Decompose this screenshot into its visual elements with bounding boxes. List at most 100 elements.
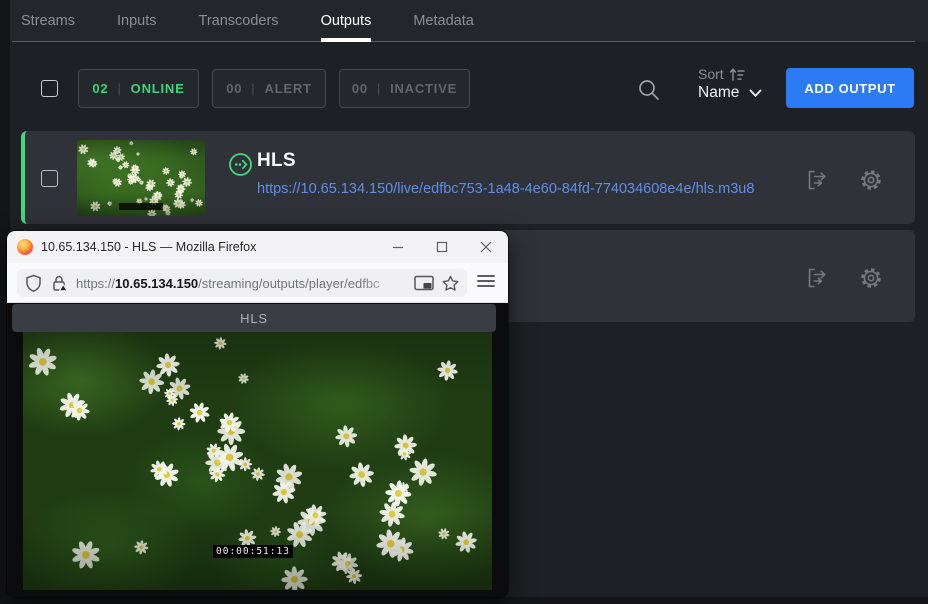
daisy-flower xyxy=(238,457,252,471)
daisy-flower xyxy=(173,197,185,209)
video-player[interactable]: 00:00:51:13 xyxy=(23,332,492,590)
filter-alert-button[interactable]: 00 | ALERT xyxy=(212,69,326,108)
inactive-label: INACTIVE xyxy=(390,81,457,96)
daisy-flower xyxy=(128,171,141,184)
burned-in-timecode: 00:00:51:13 xyxy=(213,545,293,558)
inactive-count: 00 xyxy=(352,81,368,96)
daisy-flower xyxy=(333,549,363,579)
thumbnail-timecode xyxy=(119,203,163,210)
settings-gear-icon[interactable] xyxy=(858,265,884,291)
sort-by-dropdown[interactable]: Name xyxy=(698,84,778,102)
tab-inputs[interactable]: Inputs xyxy=(117,0,157,42)
daisy-flower xyxy=(136,177,141,182)
daisy-flower xyxy=(203,441,223,461)
daisy-flower xyxy=(280,566,308,590)
daisy-flower xyxy=(135,151,140,156)
daisy-flower xyxy=(144,183,154,193)
daisy-flower xyxy=(161,166,172,177)
lock-warning-icon[interactable] xyxy=(50,274,68,292)
daisy-flower xyxy=(130,163,139,172)
tab-streams[interactable]: Streams xyxy=(21,0,75,42)
daisy-flower xyxy=(189,197,195,203)
filter-divider: | xyxy=(251,81,255,96)
daisy-flower xyxy=(85,156,98,169)
daisy-flower xyxy=(111,177,123,189)
player-page: HLS 00:00:51:13 xyxy=(7,303,508,597)
tab-transcoders[interactable]: Transcoders xyxy=(199,0,279,42)
daisy-flower xyxy=(175,199,187,211)
top-nav: Streams Inputs Transcoders Outputs Metad… xyxy=(10,0,928,42)
filter-inactive-button[interactable]: 00 | INACTIVE xyxy=(339,69,470,108)
close-button[interactable] xyxy=(464,231,508,263)
outputs-page: Streams Inputs Transcoders Outputs Metad… xyxy=(0,0,928,604)
add-output-button[interactable]: ADD OUTPUT xyxy=(786,68,914,108)
daisy-flower xyxy=(131,537,152,558)
daisy-flower xyxy=(155,352,182,379)
menu-hamburger-icon[interactable] xyxy=(477,274,495,288)
daisy-flower xyxy=(179,173,185,179)
firefox-toolbar: https://10.65.134.150/streaming/outputs/… xyxy=(7,263,508,303)
maximize-button[interactable] xyxy=(420,231,464,263)
daisy-flower xyxy=(88,159,99,170)
daisy-flower xyxy=(111,177,119,185)
search-icon[interactable] xyxy=(636,77,662,103)
daisy-flower xyxy=(89,200,103,214)
daisy-flower xyxy=(174,182,188,196)
output-row-hls[interactable]: HLS https://10.65.134.150/live/edfbc753-… xyxy=(21,131,915,224)
daisy-flower xyxy=(216,417,245,446)
daisy-flower xyxy=(65,396,94,425)
firefox-titlebar[interactable]: 10.65.134.150 - HLS — Mozilla Firefox xyxy=(7,231,508,263)
firefox-window[interactable]: 10.65.134.150 - HLS — Mozilla Firefox xyxy=(7,231,508,597)
sort-label: Sort xyxy=(698,66,724,82)
select-all-checkbox[interactable] xyxy=(41,80,58,97)
daisy-flower xyxy=(54,387,90,423)
url-text[interactable]: https://10.65.134.150/streaming/outputs/… xyxy=(76,276,406,291)
daisy-flower xyxy=(115,152,126,163)
firefox-logo-icon xyxy=(17,239,33,255)
chevron-down-icon xyxy=(749,89,762,98)
shield-icon[interactable] xyxy=(25,274,42,292)
filter-online-button[interactable]: 02 | ONLINE xyxy=(78,69,199,108)
daisy-flower xyxy=(67,536,106,575)
settings-gear-icon[interactable] xyxy=(858,167,884,193)
daisy-flower xyxy=(77,143,90,156)
minimize-button[interactable] xyxy=(376,231,420,263)
alert-label: ALERT xyxy=(264,81,311,96)
daisy-flower xyxy=(347,461,376,490)
daisy-flower xyxy=(374,527,407,560)
row-checkbox[interactable] xyxy=(41,170,58,187)
daisy-flower xyxy=(453,529,480,556)
export-output-icon[interactable] xyxy=(804,265,830,291)
url-bar[interactable]: https://10.65.134.150/streaming/outputs/… xyxy=(17,269,467,297)
output-thumbnail xyxy=(77,140,205,216)
daisy-flower xyxy=(380,475,418,513)
export-output-icon[interactable] xyxy=(804,167,830,193)
daisy-flower xyxy=(269,526,281,538)
daisy-flower xyxy=(433,356,462,385)
daisy-flower xyxy=(345,567,363,585)
daisy-flower xyxy=(194,198,204,208)
daisy-flower xyxy=(148,458,170,480)
daisy-flower xyxy=(125,173,138,186)
tab-outputs[interactable]: Outputs xyxy=(321,0,372,42)
daisy-flower xyxy=(163,387,176,400)
daisy-flower xyxy=(200,445,235,480)
tab-metadata[interactable]: Metadata xyxy=(413,0,473,42)
daisy-flower xyxy=(189,147,200,158)
picture-in-picture-icon[interactable] xyxy=(414,275,434,291)
filter-divider: | xyxy=(377,81,381,96)
daisy-flower xyxy=(113,146,123,156)
bookmark-star-icon[interactable] xyxy=(442,275,459,292)
url-scheme: https:// xyxy=(76,276,115,291)
window-controls xyxy=(376,231,508,263)
output-url-link[interactable]: https://10.65.134.150/live/edfbc753-1a48… xyxy=(257,181,754,197)
daisy-flower xyxy=(331,420,363,452)
daisy-flower xyxy=(396,479,412,495)
daisy-flower xyxy=(212,440,248,476)
output-name: HLS xyxy=(257,150,296,172)
player-header: HLS xyxy=(12,304,496,332)
daisy-flower xyxy=(393,433,418,458)
daisy-flower xyxy=(179,183,185,189)
daisy-flower xyxy=(169,414,188,433)
daisy-flower xyxy=(108,150,118,160)
